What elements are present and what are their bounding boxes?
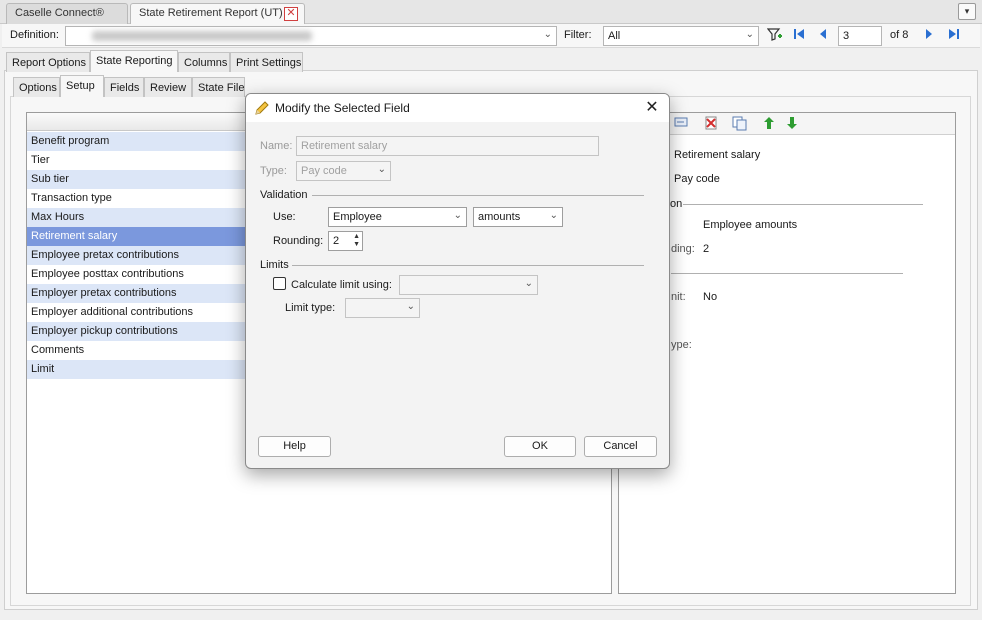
prev-page-icon[interactable]: [814, 27, 832, 45]
validation-section-label: Validation: [260, 189, 308, 201]
help-button[interactable]: Help: [258, 436, 331, 457]
definition-combo[interactable]: ⌄: [65, 26, 557, 46]
rounding-stepper[interactable]: 2 ▲ ▼: [328, 231, 363, 251]
tab-report-label: State Retirement Report (UT): [139, 7, 283, 19]
tab-state-file[interactable]: State File: [192, 77, 245, 97]
divider: [671, 273, 903, 274]
dialog-title: Modify the Selected Field: [275, 101, 410, 115]
preview-use-value: Employee amounts: [703, 219, 798, 231]
preview-limit-type-label: ype:: [671, 339, 692, 351]
chevron-down-icon: ⌄: [745, 29, 754, 40]
close-tab-icon[interactable]: ✕: [284, 7, 298, 21]
name-label: Name:: [260, 140, 293, 152]
preview-validation-heading: on: [670, 198, 683, 210]
definition-toolbar: Definition: ⌄ Filter: All ⌄ 3 of 8: [2, 24, 980, 48]
move-down-icon[interactable]: [784, 116, 800, 132]
calculate-limit-combo[interactable]: ⌄: [399, 275, 538, 295]
last-page-icon[interactable]: [945, 27, 963, 45]
move-up-icon[interactable]: [761, 116, 777, 132]
amounts-value: amounts: [478, 211, 521, 223]
name-field[interactable]: Retirement salary: [296, 136, 599, 156]
next-page-icon[interactable]: [920, 27, 938, 45]
ok-button[interactable]: OK: [504, 436, 576, 457]
close-icon[interactable]: ✕: [641, 98, 663, 118]
first-page-icon[interactable]: [790, 27, 808, 45]
tab-columns[interactable]: Columns: [178, 52, 230, 72]
preview-rounding-label: ding:: [671, 243, 695, 255]
chevron-down-icon: ⌄: [453, 210, 462, 221]
copy-field-icon[interactable]: [731, 116, 747, 132]
chevron-down-icon: ⌄: [543, 29, 552, 40]
rounding-value: 2: [333, 235, 340, 247]
tab-fields[interactable]: Fields: [104, 77, 144, 97]
tab-state-retirement-report[interactable]: State Retirement Report (UT) ✕: [130, 3, 305, 24]
divider: [312, 195, 644, 196]
tab-options[interactable]: Options: [13, 77, 60, 97]
preview-name: Retirement salary: [674, 149, 761, 161]
delete-field-icon[interactable]: [703, 116, 719, 132]
filter-value: All: [608, 30, 621, 42]
document-tab-bar: Caselle Connect® State Retirement Report…: [0, 0, 982, 24]
filter-label: Filter:: [564, 29, 592, 41]
preview-calc-limit-value: No: [703, 291, 718, 303]
window-menu-button[interactable]: ▾: [958, 3, 976, 20]
amounts-combo[interactable]: amounts ⌄: [473, 207, 563, 227]
modify-field-dialog: Modify the Selected Field ✕ Name: Retire…: [245, 93, 670, 469]
type-value: Pay code: [301, 165, 347, 177]
edit-field-icon[interactable]: [673, 116, 689, 132]
divider: [683, 204, 923, 205]
preview-calc-limit-label: nit:: [671, 291, 686, 303]
type-combo[interactable]: Pay code ⌄: [296, 161, 391, 181]
tab-report-options[interactable]: Report Options: [6, 52, 90, 72]
tab-setup[interactable]: Setup: [60, 75, 104, 97]
page-number-input[interactable]: 3: [838, 26, 882, 46]
tab-state-reporting[interactable]: State Reporting: [90, 50, 178, 72]
limits-section-label: Limits: [260, 259, 289, 271]
definition-value-redacted: [92, 31, 312, 41]
definition-label: Definition:: [10, 29, 59, 41]
limit-type-label: Limit type:: [285, 302, 336, 314]
filter-combo[interactable]: All ⌄: [603, 26, 759, 46]
chevron-down-icon: ⌄: [406, 301, 415, 312]
calculate-limit-label: Calculate limit using:: [291, 279, 392, 291]
dialog-title-bar: Modify the Selected Field ✕: [246, 94, 669, 122]
use-label: Use:: [273, 211, 296, 223]
type-label: Type:: [260, 165, 287, 177]
chevron-down-icon: ⌄: [524, 278, 533, 289]
tab-review[interactable]: Review: [144, 77, 192, 97]
chevron-down-icon: ⌄: [549, 210, 558, 221]
preview-rounding-value: 2: [703, 243, 710, 255]
use-value: Employee: [333, 211, 382, 223]
pencil-icon: [254, 100, 270, 119]
tab-print-settings[interactable]: Print Settings: [230, 52, 303, 72]
calculate-limit-checkbox[interactable]: [273, 277, 286, 290]
preview-type: Pay code: [674, 173, 720, 185]
filter-add-icon[interactable]: [766, 27, 784, 45]
cancel-button[interactable]: Cancel: [584, 436, 657, 457]
divider: [292, 265, 644, 266]
stepper-arrows-icon[interactable]: ▲ ▼: [353, 233, 360, 249]
use-combo[interactable]: Employee ⌄: [328, 207, 467, 227]
chevron-down-icon: ⌄: [377, 164, 386, 175]
limit-type-combo[interactable]: ⌄: [345, 298, 420, 318]
rounding-label: Rounding:: [273, 235, 324, 247]
tab-caselle-connect[interactable]: Caselle Connect®: [6, 3, 128, 24]
page-total-label: of 8: [890, 29, 909, 41]
